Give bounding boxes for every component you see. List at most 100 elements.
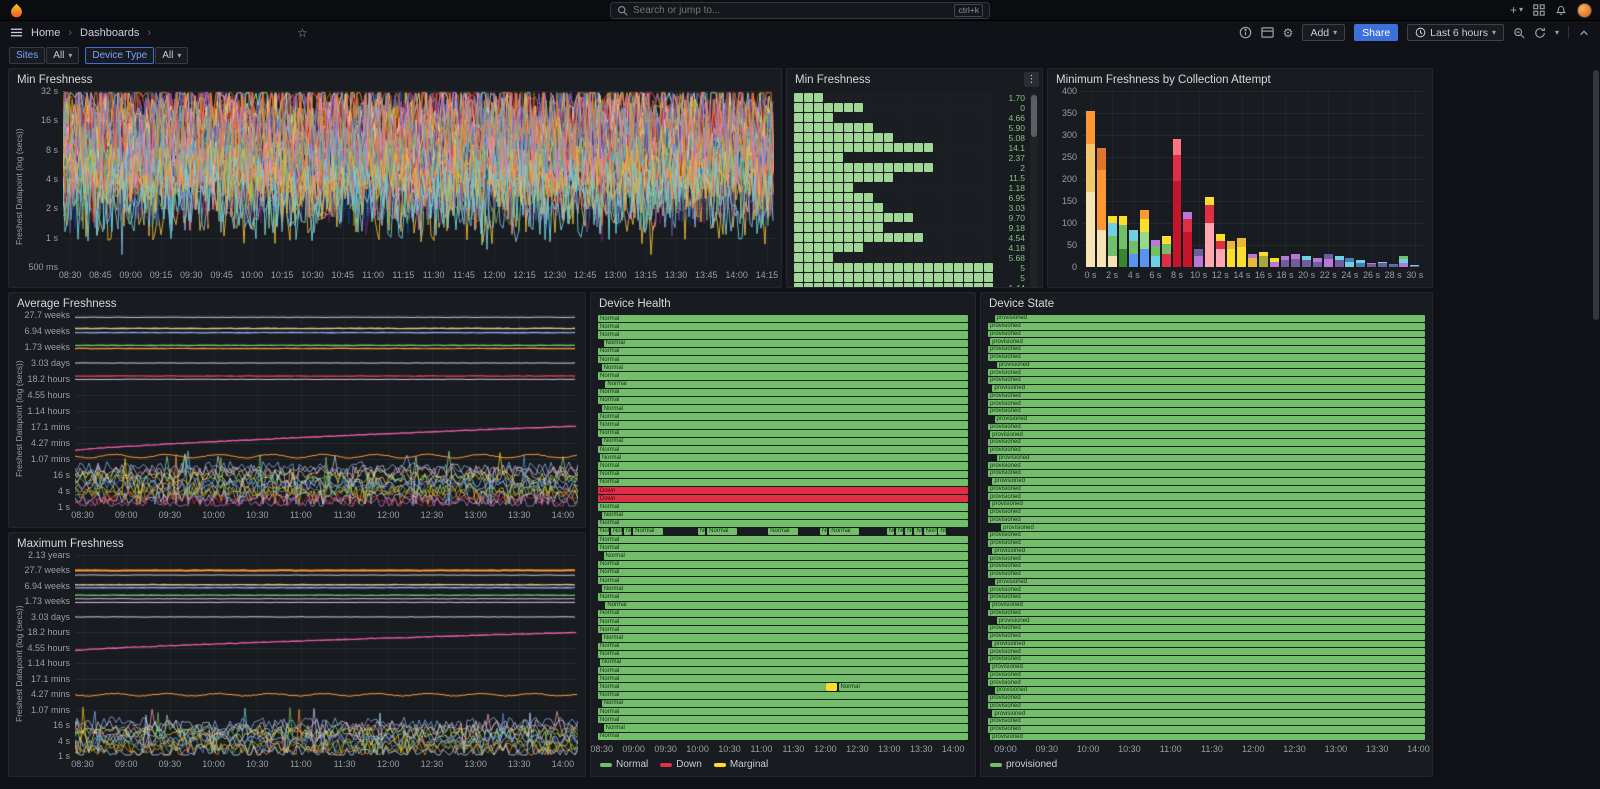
heatmap-cell[interactable] [964, 123, 973, 132]
heatmap-cell[interactable] [824, 253, 833, 262]
heatmap-cell[interactable] [904, 183, 913, 192]
heatmap-cell[interactable] [824, 173, 833, 182]
state-segment[interactable]: Down [598, 487, 968, 494]
heatmap-cell[interactable] [864, 183, 873, 192]
heatmap-cell[interactable] [924, 133, 933, 142]
heatmap-cell[interactable] [954, 243, 963, 252]
heatmap-cell[interactable] [814, 243, 823, 252]
heatmap-cell[interactable] [924, 93, 933, 102]
state-row[interactable]: Normal [598, 618, 968, 625]
heatmap-cell[interactable] [904, 123, 913, 132]
add-button[interactable]: Add▾ [1302, 24, 1345, 41]
state-row[interactable]: Normal [598, 708, 968, 715]
heatmap-cell[interactable] [904, 113, 913, 122]
heatmap-cell[interactable] [984, 163, 993, 172]
histogram-bar[interactable] [1162, 91, 1171, 267]
heatmap-cell[interactable] [944, 123, 953, 132]
heatmap-cell[interactable] [934, 223, 943, 232]
state-segment[interactable]: provisioned [992, 385, 1425, 392]
heatmap-cell[interactable] [884, 103, 893, 112]
heatmap-cell[interactable] [854, 103, 863, 112]
heatmap-cell[interactable] [944, 183, 953, 192]
heatmap-cell[interactable] [874, 123, 883, 132]
heatmap-cell[interactable] [884, 233, 893, 242]
heatmap-cell[interactable] [884, 163, 893, 172]
histogram-bar[interactable] [1216, 91, 1225, 267]
heatmap-cell[interactable] [964, 93, 973, 102]
heatmap-cell[interactable] [954, 223, 963, 232]
state-row[interactable]: provisioned [988, 408, 1425, 415]
state-segment[interactable]: Normal [598, 413, 968, 420]
heatmap-cell[interactable] [904, 263, 913, 272]
histogram-bar[interactable] [1302, 91, 1311, 267]
heatmap-cell[interactable] [964, 183, 973, 192]
heatmap-cell[interactable] [954, 143, 963, 152]
histogram-bar[interactable] [1313, 91, 1322, 267]
state-segment[interactable]: provisioned [992, 478, 1425, 485]
heatmap-cell[interactable] [954, 93, 963, 102]
heatmap-cell[interactable] [884, 253, 893, 262]
state-segment[interactable]: Normal [602, 512, 968, 519]
heatmap-cell[interactable] [804, 213, 813, 222]
state-row[interactable]: Normal [598, 716, 968, 723]
heatmap-cell[interactable] [984, 153, 993, 162]
heatmap-cell[interactable] [834, 273, 843, 282]
heatmap-cell[interactable] [964, 223, 973, 232]
heatmap-cell[interactable] [984, 233, 993, 242]
heatmap-cell[interactable] [834, 193, 843, 202]
heatmap-cell[interactable] [974, 93, 983, 102]
heatmap-cell[interactable] [854, 173, 863, 182]
state-row[interactable]: Normal [598, 659, 968, 666]
heatmap-cell[interactable] [954, 273, 963, 282]
heatmap-cell[interactable] [934, 213, 943, 222]
heatmap-cell[interactable] [824, 273, 833, 282]
state-row[interactable]: provisioned [988, 703, 1425, 710]
state-row[interactable]: NormalNormal [598, 683, 968, 690]
heatmap-cell[interactable] [844, 173, 853, 182]
heatmap-cell[interactable] [844, 133, 853, 142]
heatmap-cell[interactable] [824, 193, 833, 202]
heatmap-cell[interactable] [834, 173, 843, 182]
state-row[interactable]: provisioned [988, 509, 1425, 516]
heatmap-cell[interactable] [794, 153, 803, 162]
heatmap-cell[interactable] [844, 213, 853, 222]
status-history-row[interactable] [794, 233, 994, 242]
heatmap-cell[interactable] [794, 283, 803, 288]
histogram-bar[interactable] [1248, 91, 1257, 267]
heatmap-cell[interactable] [794, 263, 803, 272]
heatmap-cell[interactable] [974, 163, 983, 172]
heatmap-cell[interactable] [944, 243, 953, 252]
heatmap-cell[interactable] [824, 213, 833, 222]
heatmap-cell[interactable] [914, 183, 923, 192]
state-row[interactable]: provisioned [988, 323, 1425, 330]
heatmap-cell[interactable] [914, 133, 923, 142]
heatmap-cell[interactable] [944, 273, 953, 282]
status-history-row[interactable] [794, 223, 994, 232]
state-segment[interactable]: provisioned [988, 447, 1425, 454]
state-row[interactable]: Normal [598, 462, 968, 469]
heatmap-cell[interactable] [974, 253, 983, 262]
heatmap-cell[interactable] [824, 133, 833, 142]
heatmap-cell[interactable] [794, 243, 803, 252]
heatmap-cell[interactable] [844, 123, 853, 132]
heatmap-cell[interactable] [964, 153, 973, 162]
heatmap-cell[interactable] [914, 173, 923, 182]
state-row[interactable]: provisioned [988, 602, 1425, 609]
state-segment[interactable]: Normal [604, 340, 968, 347]
heatmap-cell[interactable] [844, 193, 853, 202]
status-history-row[interactable] [794, 143, 994, 152]
heatmap-cell[interactable] [814, 233, 823, 242]
state-row[interactable]: Normal [598, 323, 968, 330]
heatmap-cell[interactable] [964, 273, 973, 282]
heatmap-cell[interactable] [904, 133, 913, 142]
dashboard-insights-icon[interactable] [1239, 26, 1252, 39]
heatmap-cell[interactable] [914, 283, 923, 288]
heatmap-cell[interactable] [824, 123, 833, 132]
heatmap-cell[interactable] [884, 263, 893, 272]
heatmap-cell[interactable] [794, 193, 803, 202]
heatmap-cell[interactable] [984, 263, 993, 272]
histogram-bar[interactable] [1097, 91, 1106, 267]
state-segment[interactable]: provisioned [988, 377, 1425, 384]
heatmap-cell[interactable] [934, 243, 943, 252]
heatmap-cell[interactable] [844, 143, 853, 152]
